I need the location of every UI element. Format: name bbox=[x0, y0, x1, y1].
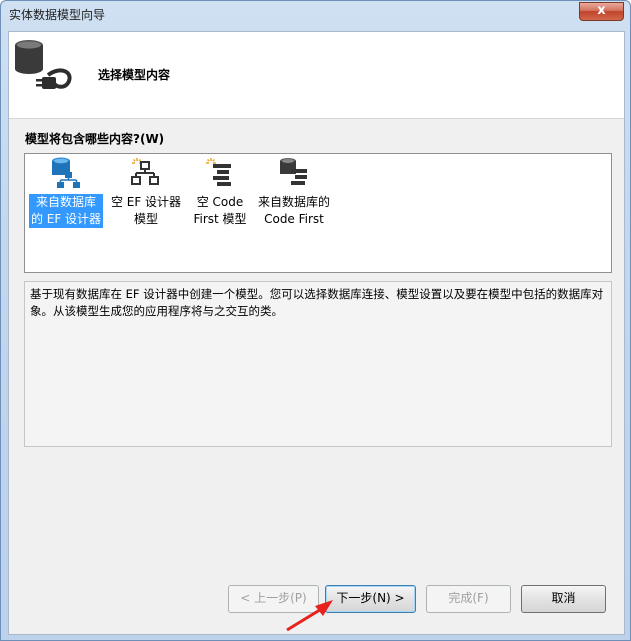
option-label: 空 EF 设计器 模型 bbox=[110, 195, 182, 226]
option-ef-designer-from-db[interactable]: 来自数据库 的 EF 设计器 bbox=[27, 156, 105, 228]
option-code-first-from-db[interactable]: 来自数据库的 Code First bbox=[255, 156, 333, 228]
option-label: 空 Code First 模型 bbox=[193, 195, 247, 226]
window-title: 实体数据模型向导 bbox=[9, 8, 106, 22]
option-label: 来自数据库 的 EF 设计器 bbox=[28, 194, 104, 228]
wizard-header: 选择模型内容 bbox=[9, 32, 624, 119]
option-label: 来自数据库的 Code First bbox=[257, 195, 330, 226]
empty-code-first-icon bbox=[206, 158, 231, 186]
finish-button[interactable]: 完成(F) bbox=[426, 585, 511, 613]
database-model-icon bbox=[52, 157, 80, 188]
database-plug-icon bbox=[15, 40, 72, 89]
cancel-button[interactable]: 取消 bbox=[521, 585, 606, 613]
annotation-arrow-icon bbox=[286, 600, 333, 632]
database-code-first-icon bbox=[280, 158, 307, 185]
wizard-body: 选择模型内容 模型将包含哪些内容?(W) 来自数据库 的 EF 设计器 空 EF… bbox=[8, 31, 625, 635]
option-empty-ef-designer[interactable]: 空 EF 设计器 模型 bbox=[107, 156, 185, 228]
title-bar[interactable]: 实体数据模型向导 x bbox=[1, 1, 630, 31]
model-content-label: 模型将包含哪些内容?(W) bbox=[25, 132, 165, 146]
close-icon: x bbox=[597, 3, 606, 18]
page-title: 选择模型内容 bbox=[98, 68, 171, 82]
empty-designer-icon bbox=[131, 158, 159, 185]
model-content-list[interactable]: 来自数据库 的 EF 设计器 空 EF 设计器 模型 空 Code First … bbox=[24, 153, 612, 273]
option-empty-code-first[interactable]: 空 Code First 模型 bbox=[181, 156, 259, 228]
option-description: 基于现有数据库在 EF 设计器中创建一个模型。您可以选择数据库连接、模型设置以及… bbox=[24, 281, 612, 447]
close-button[interactable]: x bbox=[579, 2, 624, 21]
wizard-window: 实体数据模型向导 x 选择模型内容 模型将包含哪些内容?(W) 来自数据库 的 … bbox=[0, 0, 631, 641]
